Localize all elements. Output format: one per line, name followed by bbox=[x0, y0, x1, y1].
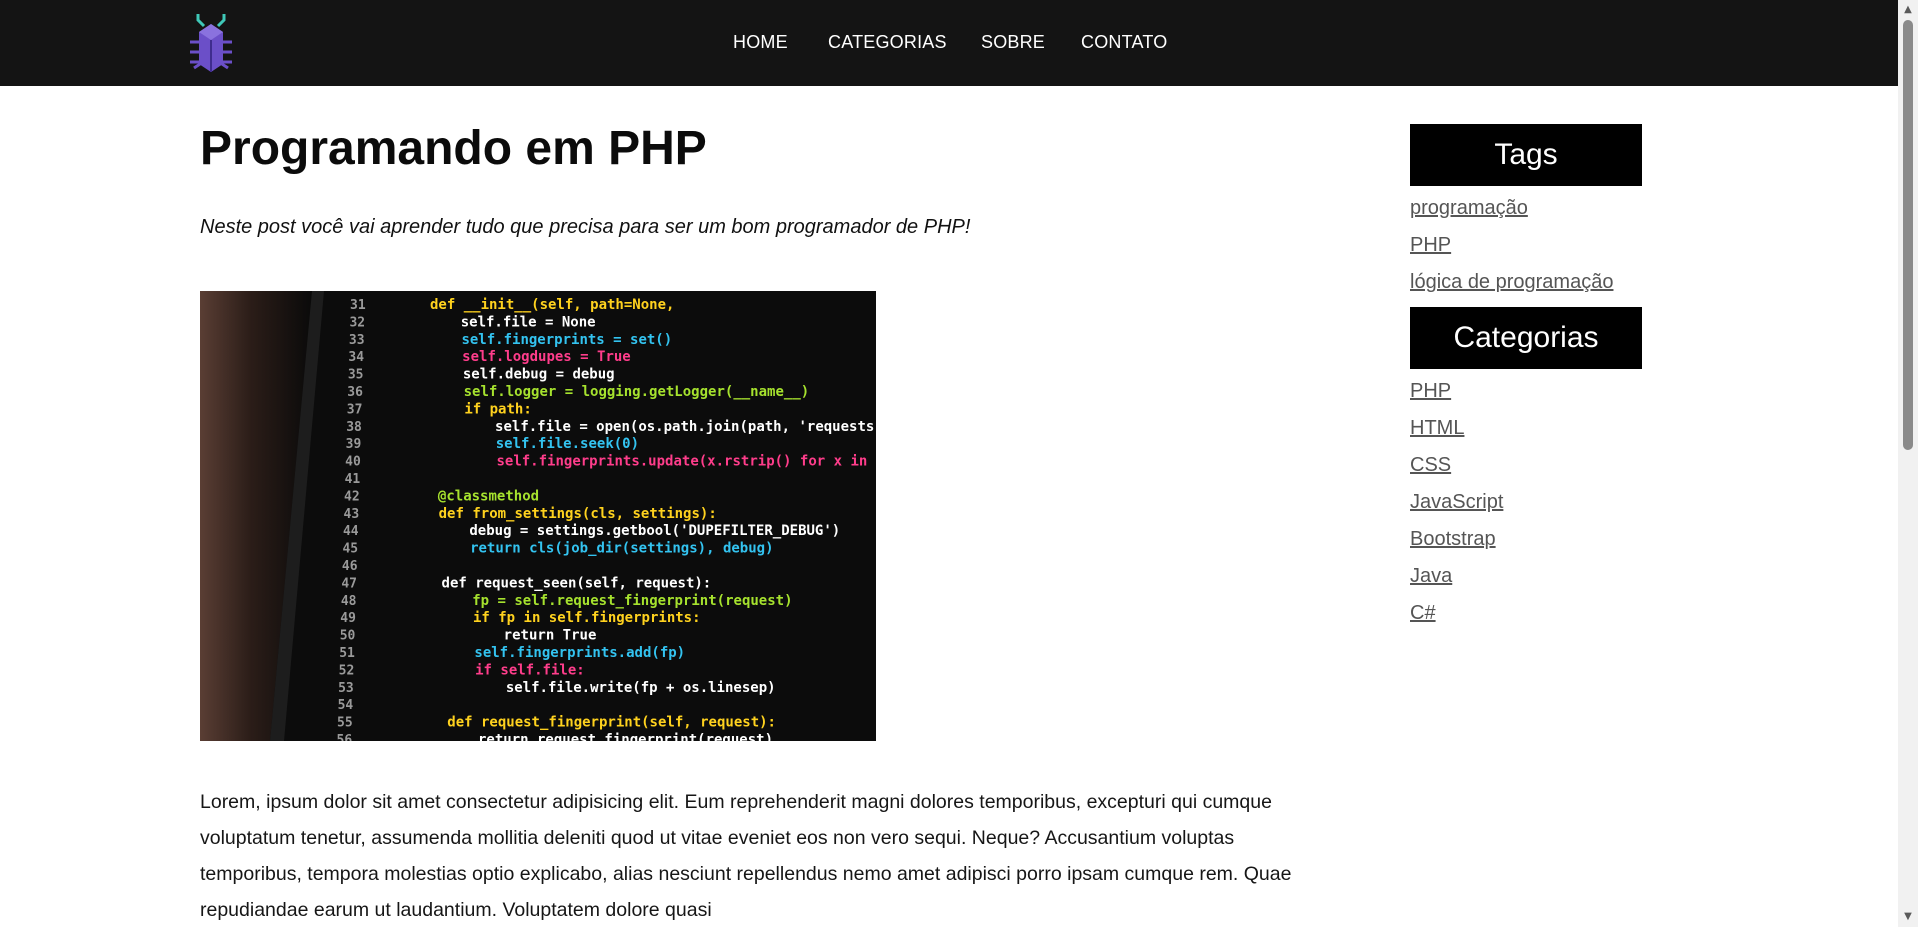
category-link[interactable]: CSS bbox=[1410, 454, 1451, 477]
code-line-text: self.fingerprints.update(x.rstrip() for … bbox=[496, 454, 876, 470]
list-item: HTML bbox=[1410, 412, 1642, 449]
code-line-text: self.fingerprints.add(fp) bbox=[474, 645, 685, 661]
sidebar: Tags programação PHP lógica de programaç… bbox=[1410, 124, 1642, 638]
tags-header: Tags bbox=[1410, 124, 1642, 186]
code-line-text: self.fingerprints = set() bbox=[461, 332, 672, 348]
tags-list: programação PHP lógica de programação bbox=[1410, 186, 1642, 307]
code-line-number: 39 bbox=[346, 437, 362, 452]
list-item: C# bbox=[1410, 597, 1642, 634]
code-line-number: 49 bbox=[340, 611, 356, 626]
code-line-text: self.file.write(fp + os.linesep) bbox=[506, 680, 776, 696]
code-line-number: 42 bbox=[344, 489, 360, 504]
article-subtitle: Neste post você vai aprender tudo que pr… bbox=[200, 216, 971, 238]
code-line-number: 36 bbox=[347, 385, 363, 400]
code-line-number: 38 bbox=[346, 420, 362, 435]
nav-contato-link[interactable]: CONTATO bbox=[1081, 32, 1167, 53]
list-item: Bootstrap bbox=[1410, 523, 1642, 560]
code-line-number: 50 bbox=[340, 629, 356, 644]
tag-link[interactable]: programação bbox=[1410, 197, 1528, 220]
code-screenshot-image: 31 def __init__(self, path=None, 32 self.fi… bbox=[200, 291, 876, 741]
code-line-text: if fp in self.fingerprints: bbox=[473, 610, 701, 626]
main-nav: HOME CATEGORIAS SOBRE CONTATO bbox=[0, 0, 1898, 86]
code-line-number: 32 bbox=[349, 315, 365, 330]
code-line-text: if self.file: bbox=[475, 662, 585, 678]
nav-sobre-link[interactable]: SOBRE bbox=[981, 32, 1045, 53]
category-link[interactable]: Java bbox=[1410, 565, 1452, 588]
vertical-scrollbar[interactable]: ▲ ▼ bbox=[1898, 0, 1918, 927]
list-item: programação bbox=[1410, 192, 1642, 229]
list-item: PHP bbox=[1410, 375, 1642, 412]
tag-link[interactable]: PHP bbox=[1410, 234, 1451, 257]
code-line-number: 48 bbox=[341, 594, 357, 609]
list-item: CSS bbox=[1410, 449, 1642, 486]
code-line-text: @classmethod bbox=[438, 488, 539, 504]
code-line-text: def from_settings(cls, settings): bbox=[439, 506, 717, 522]
category-link[interactable]: JavaScript bbox=[1410, 491, 1503, 514]
categories-list: PHP HTML CSS JavaScript Bootstrap Java C… bbox=[1410, 369, 1642, 638]
code-line-text: self.file.seek(0) bbox=[496, 436, 639, 452]
code-line-number: 41 bbox=[345, 472, 361, 487]
code-line-text: def __init__(self, path=None, bbox=[430, 297, 674, 313]
code-line-number: 47 bbox=[341, 576, 357, 591]
scrollbar-thumb[interactable] bbox=[1903, 20, 1913, 450]
code-image-svg: 31 def __init__(self, path=None, 32 self.fi… bbox=[200, 291, 876, 741]
category-link[interactable]: Bootstrap bbox=[1410, 528, 1496, 551]
code-line-number: 45 bbox=[342, 542, 358, 557]
top-navbar: HOME CATEGORIAS SOBRE CONTATO bbox=[0, 0, 1898, 86]
code-line-number: 52 bbox=[339, 663, 355, 678]
code-line-text: return request_fingerprint(request) bbox=[478, 732, 773, 741]
code-line-number: 31 bbox=[350, 298, 366, 313]
code-line-number: 56 bbox=[337, 733, 353, 741]
code-line-text: def request_seen(self, request): bbox=[442, 575, 712, 591]
code-line-number: 46 bbox=[342, 559, 358, 574]
category-link[interactable]: PHP bbox=[1410, 380, 1451, 403]
list-item: PHP bbox=[1410, 229, 1642, 266]
code-line-text: self.file = open(os.path.join(path, 'req… bbox=[495, 419, 876, 435]
code-line-number: 51 bbox=[339, 646, 355, 661]
code-line-text: self.file = None bbox=[461, 314, 596, 330]
code-line-number: 40 bbox=[345, 455, 361, 470]
code-line-number: 53 bbox=[338, 681, 354, 696]
code-line-text: def request_fingerprint(self, request): bbox=[447, 715, 776, 731]
article-title: Programando em PHP bbox=[200, 122, 707, 175]
code-line-text: fp = self.request_fingerprint(request) bbox=[472, 593, 792, 609]
tag-link[interactable]: lógica de programação bbox=[1410, 271, 1613, 294]
scroll-down-arrow-icon[interactable]: ▼ bbox=[1898, 909, 1918, 925]
list-item: JavaScript bbox=[1410, 486, 1642, 523]
list-item: Java bbox=[1410, 560, 1642, 597]
code-line-text: if path: bbox=[464, 401, 531, 417]
code-line-text: self.debug = debug bbox=[463, 367, 615, 383]
code-line-text: debug = settings.getbool('DUPEFILTER_DEB… bbox=[469, 523, 840, 539]
code-line-number: 54 bbox=[338, 698, 354, 713]
code-line-number: 33 bbox=[349, 333, 365, 348]
category-link[interactable]: C# bbox=[1410, 602, 1436, 625]
code-line-text: return True bbox=[504, 628, 597, 644]
article-body: Lorem, ipsum dolor sit amet consectetur … bbox=[200, 791, 1292, 921]
code-line-number: 35 bbox=[348, 368, 364, 383]
nav-home-link[interactable]: HOME bbox=[733, 32, 788, 53]
nav-categorias-link[interactable]: CATEGORIAS bbox=[828, 32, 947, 53]
scroll-up-arrow-icon[interactable]: ▲ bbox=[1898, 2, 1918, 18]
category-link[interactable]: HTML bbox=[1410, 417, 1464, 440]
page: HOME CATEGORIAS SOBRE CONTATO Programand… bbox=[0, 0, 1918, 927]
code-line-number: 34 bbox=[348, 350, 364, 365]
categories-header: Categorias bbox=[1410, 307, 1642, 369]
code-line-number: 44 bbox=[343, 524, 359, 539]
code-line-text: self.logger = logging.getLogger(__name__… bbox=[464, 384, 810, 400]
code-line-number: 43 bbox=[344, 507, 360, 522]
code-line-number: 55 bbox=[337, 716, 353, 731]
list-item: lógica de programação bbox=[1410, 266, 1642, 303]
code-line-number: 37 bbox=[347, 402, 363, 417]
code-line-text: self.logdupes = True bbox=[462, 349, 631, 365]
code-line-text: return cls(job_dir(settings), debug) bbox=[470, 541, 773, 557]
